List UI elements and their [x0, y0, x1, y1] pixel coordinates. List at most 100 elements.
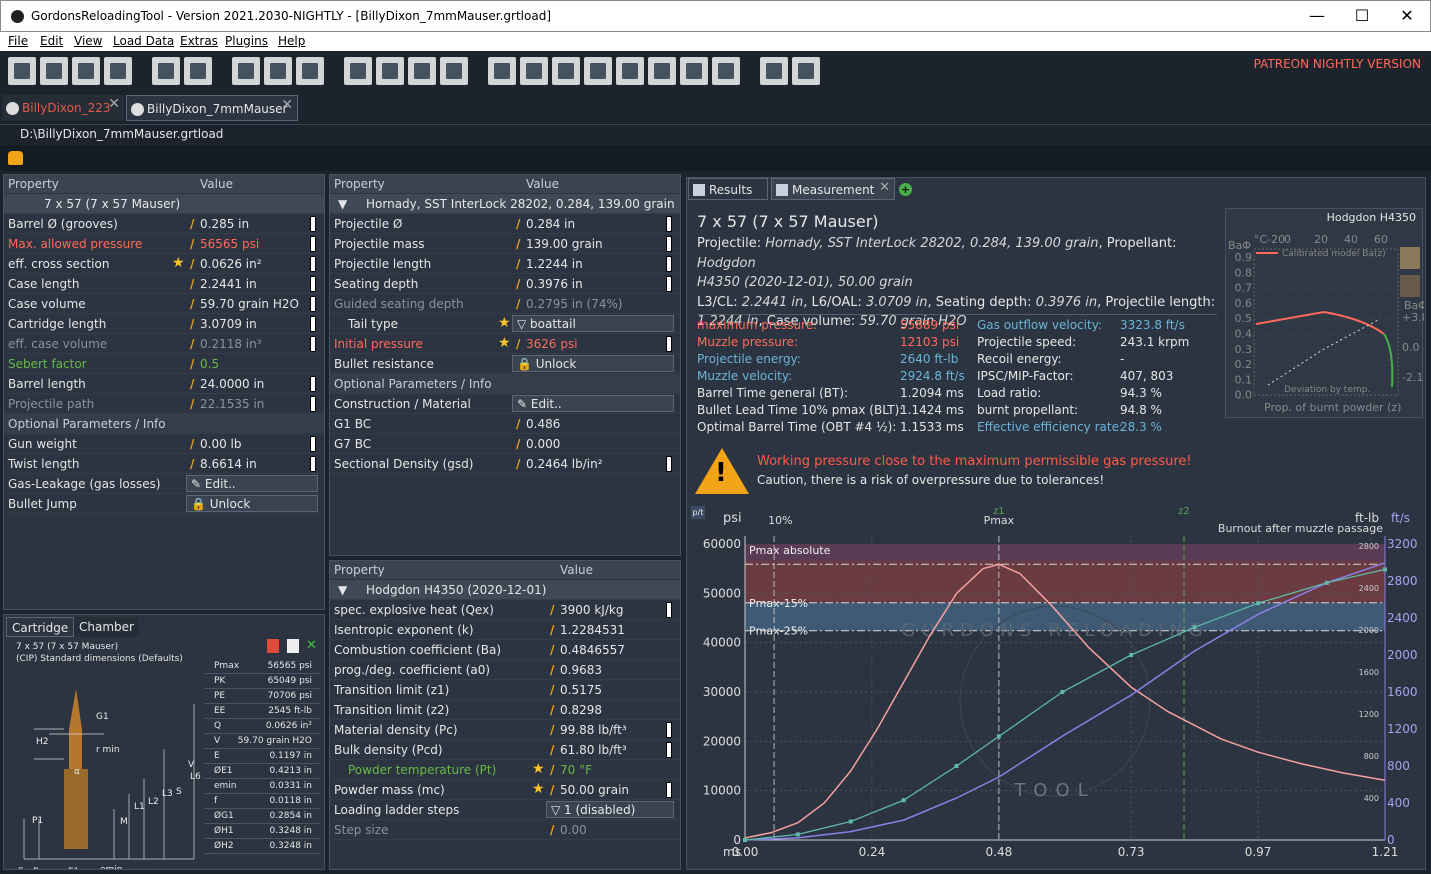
property-value[interactable]: 61.80 lb/ft³ [560, 743, 627, 757]
property-row[interactable]: Guided seating depth / 0.2795 in (74%) [330, 294, 680, 314]
property-row[interactable]: Material density (Pc) / 99.88 lb/ft³ [330, 720, 680, 740]
minimize-button[interactable]: — [1295, 3, 1339, 29]
brush-icon[interactable] [584, 57, 612, 85]
property-value[interactable]: 8.6614 in [200, 457, 257, 471]
property-value[interactable]: 0.8298 [560, 703, 602, 717]
property-row[interactable]: Seating depth / 0.3976 in [330, 274, 680, 294]
property-value[interactable]: 0.4846557 [560, 643, 625, 657]
menu-load-data[interactable]: Load Data [113, 34, 174, 48]
property-value[interactable]: 56565 psi [200, 237, 259, 251]
projectile-icon[interactable] [408, 57, 436, 85]
property-row[interactable]: Projectile length / 1.2244 in [330, 254, 680, 274]
property-row[interactable]: prog./deg. coefficient (a0) / 0.9683 [330, 660, 680, 680]
property-value[interactable]: 3.0709 in [200, 317, 257, 331]
property-value[interactable]: 0.000 [526, 437, 560, 451]
property-value[interactable]: 24.0000 in [200, 377, 264, 391]
units-icon[interactable] [488, 57, 516, 85]
property-value-button[interactable]: 🔒 Unlock [186, 495, 318, 512]
property-value[interactable]: 99.88 lb/ft³ [560, 723, 627, 737]
new-file-icon[interactable] [8, 57, 36, 85]
add-tab-icon[interactable]: + [899, 183, 912, 196]
property-row[interactable]: G1 BC / 0.486 [330, 414, 680, 434]
property-row[interactable]: eff. case volume / 0.2118 in³ [4, 334, 324, 354]
save-as-icon[interactable] [184, 57, 212, 85]
property-row[interactable]: Powder mass (mc) ★ / 50.00 grain [330, 780, 680, 800]
tab-measurement[interactable]: Measurement ✕ [771, 178, 895, 200]
close-tab-icon[interactable]: ✕ [281, 97, 293, 113]
property-value[interactable]: 59.70 grain H2O [200, 297, 299, 311]
close-tab-icon[interactable]: ✕ [108, 96, 120, 112]
property-row[interactable]: Step size / 0.00 [330, 820, 680, 840]
cartridge-group-row[interactable]: 7 x 57 (7 x 57 Mauser) [4, 194, 324, 214]
report-icon[interactable] [296, 57, 324, 85]
property-value[interactable]: 0.2118 in³ [200, 337, 262, 351]
property-row[interactable]: Max. allowed pressure / 56565 psi [4, 234, 324, 254]
property-row[interactable]: Powder temperature (Pt) ★ / 70 °F [330, 760, 680, 780]
menu-edit[interactable]: Edit [40, 34, 63, 48]
menu-plugins[interactable]: Plugins [225, 34, 268, 48]
menu-extras[interactable]: Extras [180, 34, 218, 48]
save-icon[interactable] [152, 57, 180, 85]
property-value[interactable]: 1.2284531 [560, 623, 625, 637]
open-file-icon[interactable] [40, 57, 68, 85]
property-row[interactable]: Initial pressure ★ / 3626 psi [330, 334, 680, 354]
property-value[interactable]: 2.2441 in [200, 277, 257, 291]
property-value[interactable]: 0.285 in [200, 217, 249, 231]
calculator-icon[interactable] [792, 57, 820, 85]
property-row[interactable]: Bulk density (Pcd) / 61.80 lb/ft³ [330, 740, 680, 760]
property-value-button[interactable]: ▽ 1 (disabled) [546, 801, 674, 818]
property-row[interactable]: spec. explosive heat (Qex) / 3900 kJ/kg [330, 600, 680, 620]
property-row[interactable]: Projectile mass / 139.00 grain [330, 234, 680, 254]
property-value-button[interactable]: ✎ Edit.. [186, 475, 318, 492]
property-value[interactable]: 0.486 [526, 417, 560, 431]
property-row[interactable]: Barrel Ø (grooves) / 0.285 in [4, 214, 324, 234]
property-row[interactable]: Barrel length / 24.0000 in [4, 374, 324, 394]
reload-icon[interactable] [104, 57, 132, 85]
close-button[interactable]: ✕ [1385, 3, 1429, 29]
grid-icon[interactable] [520, 57, 548, 85]
tab-results[interactable]: Results [688, 178, 768, 200]
property-value[interactable]: 0.9683 [560, 663, 602, 677]
rifle-icon[interactable] [344, 57, 372, 85]
property-value[interactable]: 0.00 [560, 823, 587, 837]
property-value-button[interactable]: ▽ boattail [512, 315, 674, 332]
property-value[interactable]: 70 °F [560, 763, 592, 777]
pdf-icon[interactable] [232, 57, 260, 85]
property-row[interactable]: Sectional Density (gsd) / 0.2464 lb/in² [330, 454, 680, 474]
menu-file[interactable]: File [8, 34, 28, 48]
property-value-button[interactable]: 🔒 Unlock [512, 355, 674, 372]
property-value[interactable]: 3626 psi [526, 337, 578, 351]
property-row[interactable]: Combustion coefficient (Ba) / 0.4846557 [330, 640, 680, 660]
collapse-icon[interactable]: ▼ [338, 583, 347, 597]
doc-tab-billydixon-223[interactable]: BillyDixon_223 ✕ [2, 95, 124, 121]
property-row[interactable]: Gas-Leakage (gas losses) ✎ Edit.. [4, 474, 324, 494]
property-row[interactable]: Sebert factor / 0.5 [4, 354, 324, 374]
property-value[interactable]: 0.5 [200, 357, 219, 371]
property-row[interactable]: Twist length / 8.6614 in [4, 454, 324, 474]
property-value[interactable]: 0.2795 in (74%) [526, 297, 623, 311]
property-value[interactable]: 0.5175 [560, 683, 602, 697]
property-row[interactable]: Projectile path / 22.1535 in [4, 394, 324, 414]
menu-view[interactable]: View [74, 34, 102, 48]
property-row[interactable]: Case length / 2.2441 in [4, 274, 324, 294]
menu-help[interactable]: Help [278, 34, 305, 48]
compare-icon[interactable] [264, 57, 292, 85]
tab-chamber[interactable]: Chamber [74, 617, 139, 637]
excel-icon[interactable]: ✕ [306, 639, 319, 653]
property-value[interactable]: 0.284 in [526, 217, 575, 231]
collapse-icon[interactable]: ▼ [338, 197, 347, 211]
property-row[interactable]: G7 BC / 0.000 [330, 434, 680, 454]
powder-group-row[interactable]: ▼ Hodgdon H4350 (2020-12-01) [330, 580, 680, 600]
property-row[interactable]: Cartridge length / 3.0709 in [4, 314, 324, 334]
document-icon[interactable] [287, 639, 299, 653]
tab-cartridge[interactable]: Cartridge [6, 617, 75, 637]
property-value[interactable]: 0.2464 lb/in² [526, 457, 603, 471]
property-row[interactable]: Bullet Jump 🔒 Unlock [4, 494, 324, 514]
property-row[interactable]: Gun weight / 0.00 lb [4, 434, 324, 454]
target-icon[interactable] [552, 57, 580, 85]
cartridge-icon[interactable] [376, 57, 404, 85]
property-value[interactable]: 22.1535 in [200, 397, 264, 411]
ladder-icon[interactable] [712, 57, 740, 85]
sight-icon[interactable] [648, 57, 676, 85]
property-value[interactable]: 139.00 grain [526, 237, 603, 251]
